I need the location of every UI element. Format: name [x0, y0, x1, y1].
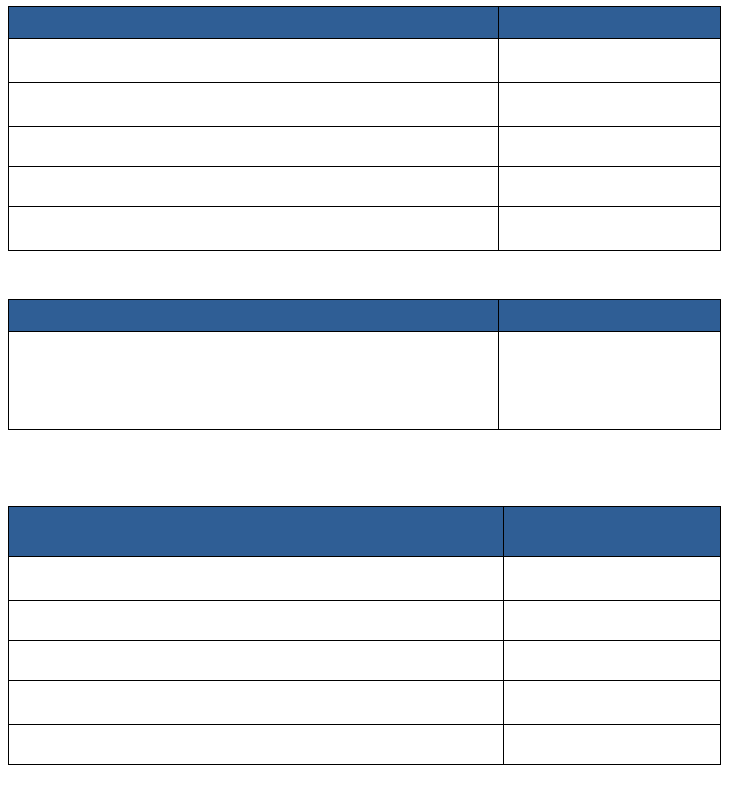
table-2-header-cell-2: [499, 300, 721, 332]
table-1-header-cell-2: [499, 7, 721, 39]
table-3-header-cell-2: [504, 507, 721, 557]
table-row: [9, 167, 721, 207]
table-1-header-row: [9, 7, 721, 39]
table-cell: [9, 641, 504, 681]
table-cell: [499, 167, 721, 207]
table-3-header-row: [9, 507, 721, 557]
table-row: [9, 332, 721, 430]
table-cell: [9, 167, 499, 207]
table-cell: [9, 601, 504, 641]
table-row: [9, 127, 721, 167]
table-row: [9, 83, 721, 127]
table-2-header-cell-1: [9, 300, 499, 332]
table-row: [9, 207, 721, 251]
table-1: [8, 6, 721, 251]
table-1-header-cell-1: [9, 7, 499, 39]
spacer: [8, 251, 721, 299]
table-3-header-cell-1: [9, 507, 504, 557]
table-cell: [499, 83, 721, 127]
table-row: [9, 725, 721, 765]
table-cell: [9, 127, 499, 167]
table-cell: [504, 601, 721, 641]
table-cell: [499, 207, 721, 251]
table-cell: [504, 557, 721, 601]
table-row: [9, 557, 721, 601]
table-row: [9, 39, 721, 83]
table-cell: [9, 332, 499, 430]
table-2: [8, 299, 721, 430]
table-3: [8, 506, 721, 765]
table-cell: [499, 332, 721, 430]
table-cell: [504, 681, 721, 725]
table-cell: [504, 641, 721, 681]
table-cell: [9, 39, 499, 83]
table-cell: [9, 725, 504, 765]
table-cell: [9, 207, 499, 251]
table-cell: [504, 725, 721, 765]
table-row: [9, 641, 721, 681]
table-cell: [9, 557, 504, 601]
table-2-header-row: [9, 300, 721, 332]
spacer: [8, 430, 721, 506]
table-row: [9, 601, 721, 641]
table-cell: [499, 127, 721, 167]
table-cell: [9, 83, 499, 127]
table-cell: [499, 39, 721, 83]
table-row: [9, 681, 721, 725]
table-cell: [9, 681, 504, 725]
page-container: [0, 0, 729, 771]
